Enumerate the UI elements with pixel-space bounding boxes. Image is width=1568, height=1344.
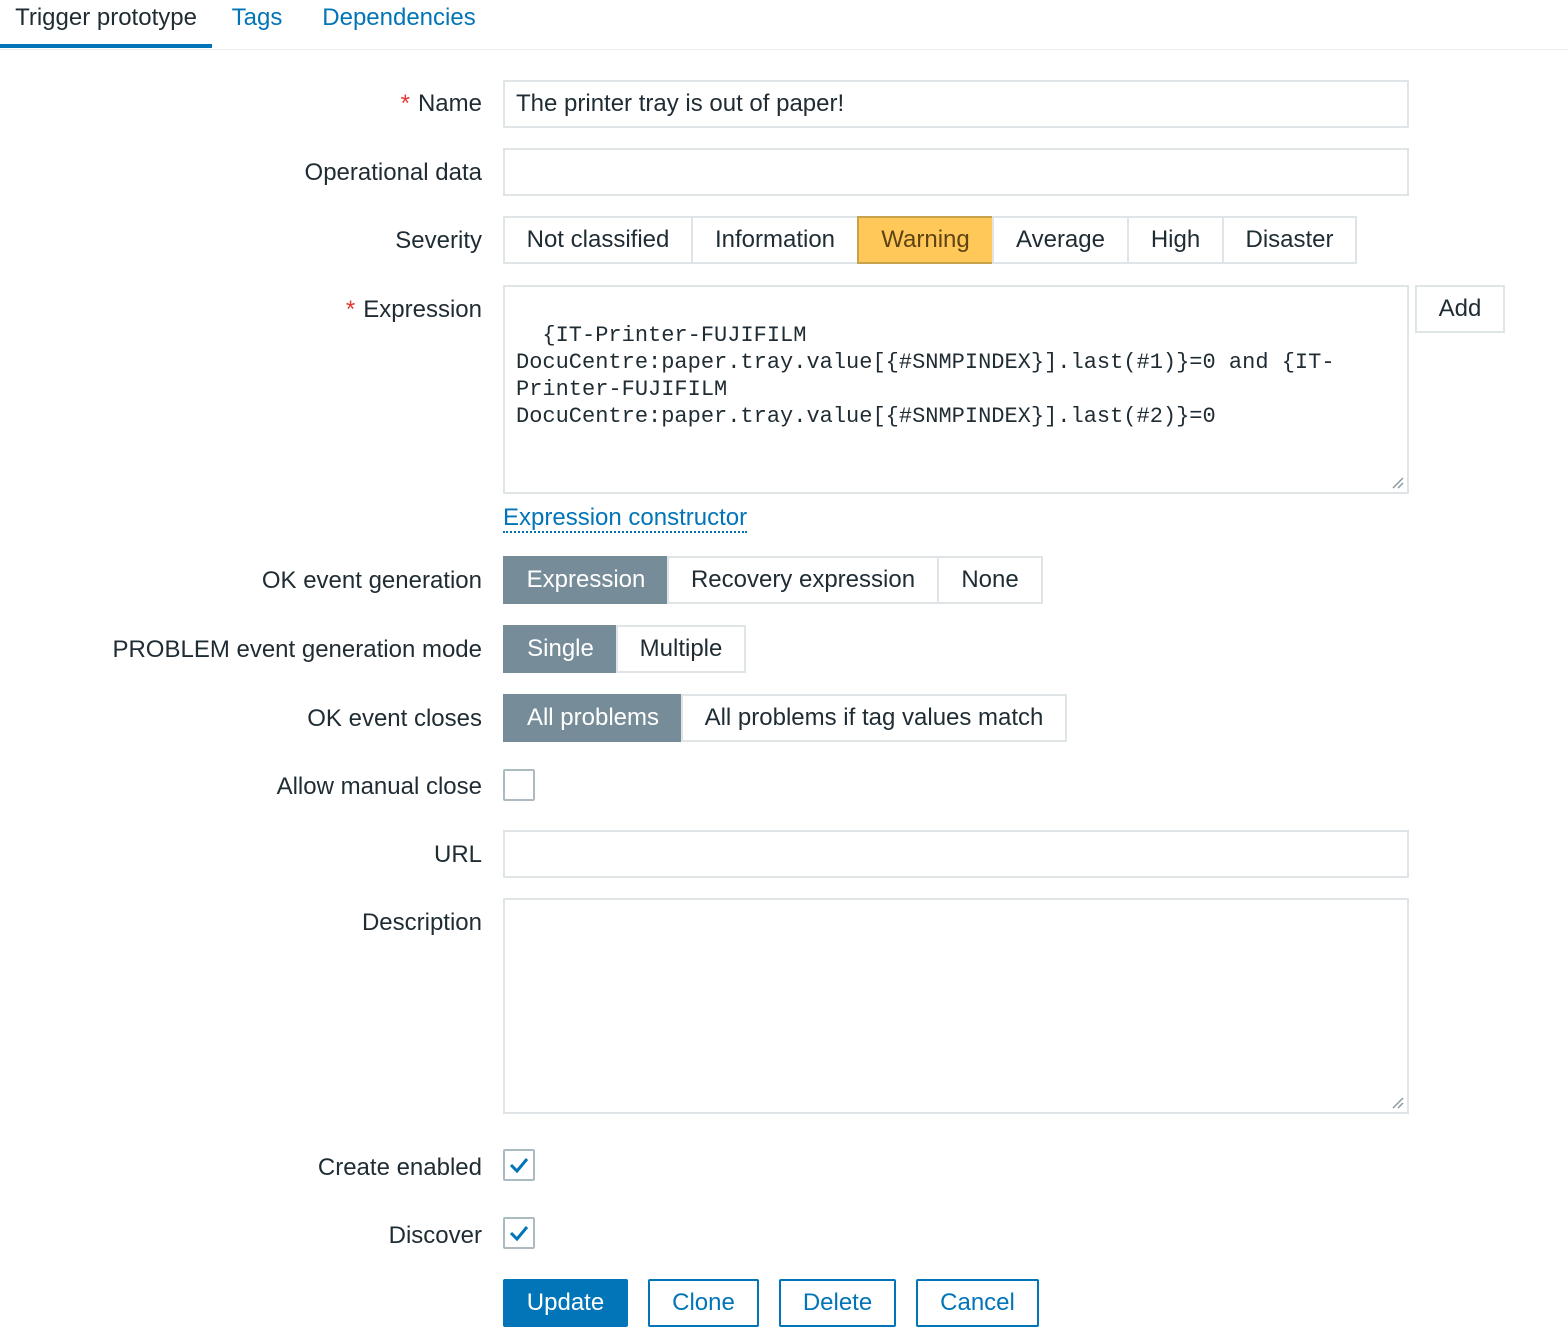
ok-event-none-option[interactable]: None [937,556,1043,604]
resize-handle-icon[interactable] [1390,1095,1404,1109]
description-textarea[interactable] [503,898,1409,1114]
problem-mode-multiple-option[interactable]: Multiple [616,625,746,673]
clone-button[interactable]: Clone [648,1279,759,1327]
ok-event-generation-label: OK event generation [261,567,482,594]
cancel-button[interactable]: Cancel [916,1279,1039,1327]
update-button[interactable]: Update [503,1279,628,1327]
expression-text: {IT-Printer-FUJIFILM DocuCentre:paper.tr… [516,323,1335,429]
tab-tags[interactable]: Tags [222,0,292,47]
checkmark-icon [509,1158,529,1174]
operational-data-label: Operational data [304,159,482,186]
tab-trigger-prototype[interactable]: Trigger prototype [0,0,212,48]
expression-constructor-link[interactable]: Expression constructor [503,505,748,533]
create-enabled-checkbox[interactable] [503,1149,535,1181]
severity-information[interactable]: Information [691,216,859,264]
operational-data-field[interactable] [503,148,1409,196]
required-asterisk: * [400,90,410,117]
severity-label: Severity [395,227,482,254]
expression-label: * Expression [345,296,482,323]
checkmark-icon [509,1226,529,1242]
expression-add-button[interactable]: Add [1415,285,1505,333]
tab-dependencies[interactable]: Dependencies [312,0,486,47]
ok-event-generation-selector: Expression Recovery expression None [503,556,1043,604]
description-label: Description [361,909,482,936]
problem-mode-selector: Single Multiple [503,625,746,673]
expression-textarea[interactable]: {IT-Printer-FUJIFILM DocuCentre:paper.tr… [503,285,1409,494]
ok-closes-all-problems-option[interactable]: All problems [503,694,683,742]
allow-manual-close-checkbox[interactable] [503,769,535,801]
name-label: * Name [400,90,482,117]
resize-handle-icon[interactable] [1390,475,1404,489]
ok-event-expression-option[interactable]: Expression [503,556,669,604]
allow-manual-close-label: Allow manual close [276,773,482,800]
problem-mode-single-option[interactable]: Single [503,625,618,673]
severity-average[interactable]: Average [992,216,1129,264]
ok-closes-tag-match-option[interactable]: All problems if tag values match [681,694,1067,742]
create-enabled-label: Create enabled [317,1154,482,1181]
discover-label: Discover [388,1222,482,1249]
discover-checkbox[interactable] [503,1217,535,1249]
url-field[interactable] [503,830,1409,878]
severity-warning[interactable]: Warning [857,216,994,264]
name-field[interactable] [503,80,1409,128]
ok-event-recovery-expression-option[interactable]: Recovery expression [667,556,939,604]
ok-event-closes-selector: All problems All problems if tag values … [503,694,1067,742]
url-label: URL [433,841,482,868]
severity-not-classified[interactable]: Not classified [503,216,693,264]
ok-event-closes-label: OK event closes [307,705,482,732]
problem-mode-label: PROBLEM event generation mode [112,636,482,663]
delete-button[interactable]: Delete [779,1279,896,1327]
severity-selector: Not classified Information Warning Avera… [503,216,1357,264]
tab-bar: Trigger prototype Tags Dependencies [0,0,1568,50]
severity-disaster[interactable]: Disaster [1222,216,1357,264]
required-asterisk: * [345,296,356,323]
severity-high[interactable]: High [1127,216,1224,264]
